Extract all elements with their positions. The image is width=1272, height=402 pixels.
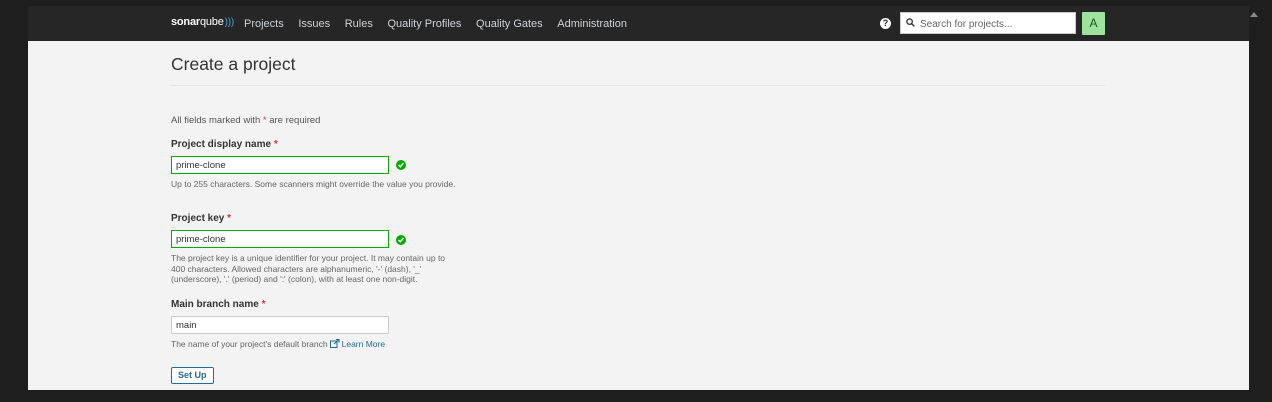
nav-rules[interactable]: Rules	[345, 18, 373, 30]
required-star: *	[227, 213, 232, 224]
nav-administration[interactable]: Administration	[557, 18, 627, 30]
nav-projects[interactable]: Projects	[244, 18, 284, 30]
scroll-up-icon[interactable]	[1250, 12, 1258, 17]
search-icon	[906, 18, 915, 27]
nav-quality-profiles[interactable]: Quality Profiles	[387, 18, 461, 30]
app-window: sonarqube))) Projects Issues Rules Quali…	[28, 6, 1249, 390]
logo-wave-icon: )))	[224, 17, 235, 28]
project-key-help: The project key is a unique identifier f…	[171, 253, 446, 284]
main-nav: Projects Issues Rules Quality Profiles Q…	[244, 6, 642, 41]
required-star: *	[261, 299, 266, 310]
valid-check-icon	[396, 235, 406, 245]
learn-more-link[interactable]: Learn More	[342, 339, 385, 349]
project-key-input[interactable]	[171, 230, 389, 248]
logo-text-strong: sonar	[171, 16, 200, 28]
title-divider	[171, 85, 1105, 86]
project-key-label: Project key *	[171, 213, 232, 224]
nav-issues[interactable]: Issues	[298, 18, 330, 30]
search-box[interactable]	[900, 12, 1076, 34]
display-name-help: Up to 255 characters. Some scanners migh…	[171, 179, 456, 189]
main-branch-help: The name of your project's default branc…	[171, 339, 386, 349]
help-icon[interactable]: ?	[880, 18, 891, 29]
top-navigation-bar: sonarqube))) Projects Issues Rules Quali…	[28, 6, 1249, 41]
main-branch-input[interactable]	[171, 316, 389, 334]
display-name-label: Project display name *	[171, 139, 278, 150]
valid-check-icon	[396, 160, 406, 170]
set-up-button[interactable]: Set Up	[171, 367, 214, 384]
external-link-icon	[329, 339, 340, 348]
required-fields-note: All fields marked with * are required	[171, 115, 321, 126]
page-title: Create a project	[171, 54, 296, 74]
sonarqube-logo[interactable]: sonarqube)))	[171, 16, 234, 28]
nav-quality-gates[interactable]: Quality Gates	[476, 18, 543, 30]
user-avatar[interactable]: A	[1082, 12, 1105, 35]
logo-text-light: qube	[199, 16, 224, 28]
required-star: *	[273, 139, 278, 150]
search-input[interactable]	[918, 15, 1072, 33]
main-branch-label: Main branch name *	[171, 299, 266, 310]
display-name-input[interactable]	[171, 156, 389, 174]
